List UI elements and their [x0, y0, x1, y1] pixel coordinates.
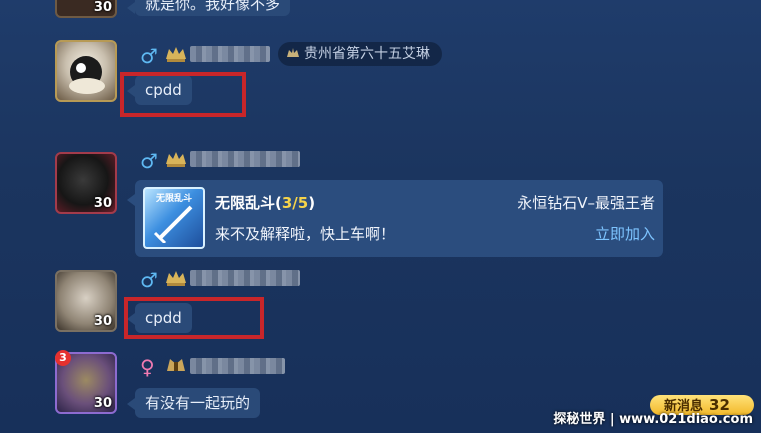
title-tag-text: 贵州省第六十五艾琳	[304, 46, 430, 62]
rank-range: 永恒钻石V–最强王者	[517, 194, 655, 212]
title-tag: 贵州省第六十五艾琳	[278, 42, 442, 66]
chat-bubble: 就是你。我好像不多	[126, 0, 291, 16]
rank-badge-icon	[287, 48, 299, 57]
highlight-box	[124, 297, 264, 339]
blurred-username	[190, 270, 300, 286]
male-icon: ♂	[140, 149, 158, 173]
team-count: 3/5	[281, 194, 309, 212]
female-icon: ♀	[140, 355, 155, 379]
watermark: 探秘世界 | www.021diao.com	[553, 412, 753, 427]
message-text: 有没有一起玩的	[145, 394, 251, 412]
avatar-level: 30	[93, 314, 112, 329]
partial-avatar[interactable]: 30	[55, 0, 117, 18]
rank-crown-icon	[166, 47, 186, 62]
blurred-username	[190, 358, 285, 374]
team-invite-card[interactable]: 无限乱斗 无限乱斗(3/5) 永恒钻石V–最强王者 来不及解释啦，快上车啊！ 立…	[127, 180, 663, 257]
sword-icon	[153, 205, 193, 243]
male-icon: ♂	[140, 44, 158, 68]
male-icon: ♂	[140, 268, 158, 292]
rank-badge-icon	[167, 359, 185, 371]
user-avatar[interactable]	[55, 40, 117, 102]
user-avatar[interactable]: 30	[55, 270, 117, 332]
avatar-level: 30	[93, 0, 112, 15]
message-text: 就是你。我好像不多	[145, 0, 281, 13]
game-mode-thumbnail: 无限乱斗	[143, 187, 205, 249]
game-mode-title: 无限乱斗(3/5)	[215, 192, 315, 213]
count-open: (	[275, 194, 282, 212]
chat-bubble: 有没有一起玩的	[126, 388, 261, 418]
user-avatar[interactable]: 30	[55, 152, 117, 214]
rank-crown-icon	[166, 152, 186, 167]
invite-message: 来不及解释啦，快上车啊！	[215, 225, 396, 243]
avatar-art-icon	[69, 56, 105, 94]
avatar-level: 30	[93, 396, 112, 411]
join-now-button[interactable]: 立即加入	[595, 223, 655, 244]
avatar-level: 30	[93, 196, 112, 211]
count-close: )	[308, 194, 316, 212]
blurred-username	[190, 151, 300, 167]
rank-crown-icon	[166, 271, 186, 286]
unread-badge: 3	[55, 350, 71, 366]
game-mode-name: 无限乱斗	[215, 194, 276, 212]
blurred-username	[190, 46, 270, 62]
highlight-box	[120, 72, 246, 117]
